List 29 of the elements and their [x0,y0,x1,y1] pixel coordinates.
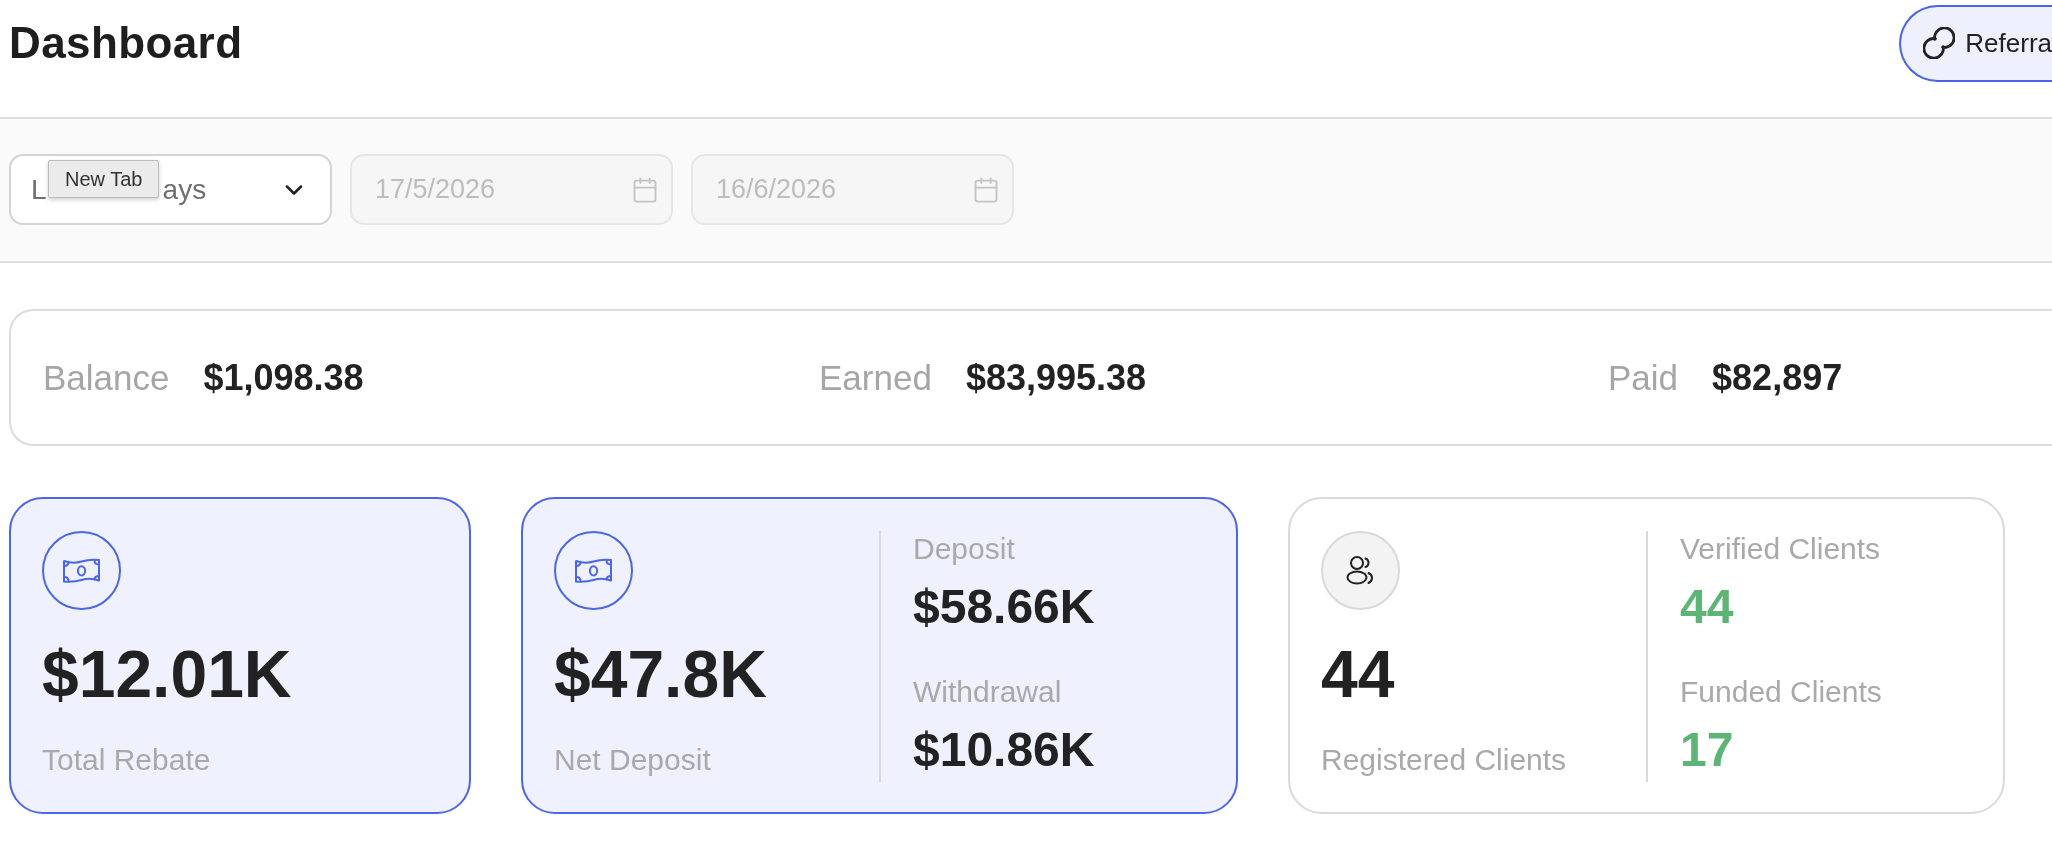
calendar-icon [631,175,659,204]
calendar-icon [972,175,1000,204]
referral-button[interactable]: Referra [1899,4,2052,82]
breakdown-value: $58.66K [913,579,1095,635]
breakdown-value: $10.86K [913,721,1095,778]
summary-label: Paid [1608,357,1679,398]
stat-label: Net Deposit [554,742,711,779]
link-icon [1923,27,1956,59]
users-icon [1321,531,1400,610]
summary-value: $1,098.38 [203,356,364,399]
breakdown-value: 44 [1680,579,1734,635]
summary-value: $83,995.38 [965,356,1147,399]
banknote-icon [554,531,633,610]
breakdown-label: Withdrawal [913,673,1062,710]
summary-value: $82,897 [1712,356,1843,399]
stat-value: $47.8K [554,636,767,713]
banknote-icon [42,531,121,610]
stat-label: Total Rebate [42,742,211,779]
breakdown-label: Funded Clients [1680,673,1882,710]
summary-label: Balance [43,357,170,398]
summary-label: Earned [819,357,932,398]
stat-value: $12.01K [42,636,292,713]
stat-label: Registered Clients [1321,742,1567,779]
breakdown-label: Verified Clients [1680,531,1881,567]
breakdown-label: Deposit [913,531,1015,567]
page-title: Dashboard [9,18,243,68]
tooltip: New Tab [48,160,160,198]
breakdown-value: 17 [1680,721,1734,778]
stat-value: 44 [1321,636,1395,713]
